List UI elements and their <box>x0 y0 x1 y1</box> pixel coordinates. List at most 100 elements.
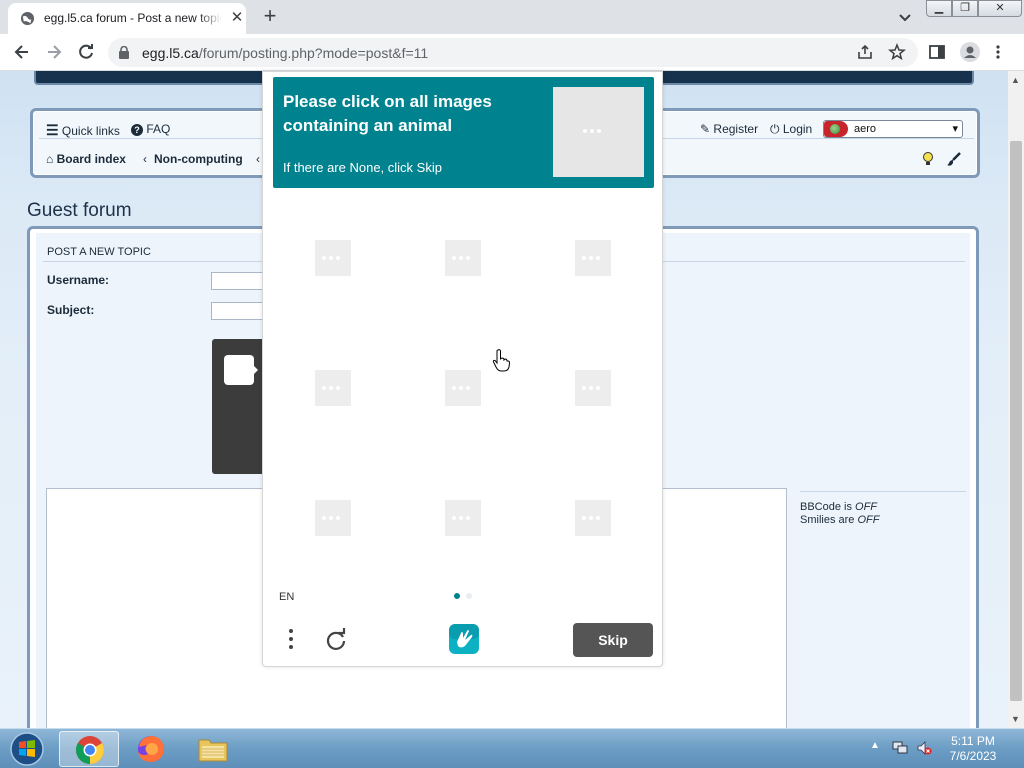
vertical-dots-icon[interactable] <box>288 627 294 651</box>
page-indicator-dot <box>466 593 472 599</box>
post-heading: POST A NEW TOPIC <box>47 246 151 258</box>
captcha-tile[interactable] <box>315 500 351 536</box>
volume-muted-icon[interactable] <box>916 740 932 756</box>
captcha-prompt: Please click on all images containing an… <box>283 92 492 135</box>
power-icon: ⏻ <box>770 122 780 136</box>
example-image <box>553 87 644 177</box>
brush-icon[interactable] <box>946 151 962 167</box>
side-panel-icon[interactable] <box>928 43 946 61</box>
captcha-tile[interactable] <box>445 370 481 406</box>
tab-title: egg.l5.ca forum - Post a new topic <box>44 11 222 25</box>
lightbulb-icon[interactable] <box>922 151 934 167</box>
firefox-icon <box>138 736 164 762</box>
chevron-down-icon: ▾ <box>952 123 958 135</box>
scroll-down-icon[interactable]: ▼ <box>1011 714 1020 724</box>
breadcrumb-non-computing[interactable]: Non-computing <box>154 152 243 166</box>
language-selector[interactable]: EN <box>279 591 294 603</box>
more-menu-icon[interactable] <box>994 43 1002 61</box>
taskbar-clock[interactable]: 5:11 PM 7/6/2023 <box>936 734 1010 764</box>
question-circle-icon: ? <box>131 124 143 136</box>
browser-toolbar: egg.l5.ca/forum/posting.php?mode=post&f=… <box>0 34 1024 71</box>
profile-avatar-icon[interactable] <box>960 42 980 62</box>
captcha-tile[interactable] <box>575 500 611 536</box>
edit-icon: ✎ <box>700 122 711 136</box>
start-orb-icon[interactable] <box>8 731 46 767</box>
loading-dots-icon <box>583 129 601 133</box>
hcaptcha-logo-icon <box>449 624 479 654</box>
captcha-header: Please click on all images containing an… <box>273 77 654 188</box>
network-icon[interactable] <box>892 740 908 756</box>
tab-strip: egg.l5.ca forum - Post a new topic ✕ + ▁… <box>0 0 1024 34</box>
bbcode-status: BBCode is OFF <box>800 501 878 513</box>
home-icon: ⌂ <box>46 152 54 166</box>
address-bar[interactable]: egg.l5.ca/forum/posting.php?mode=post&f=… <box>108 38 918 67</box>
captcha-tile[interactable] <box>315 370 351 406</box>
faq-link[interactable]: ? FAQ <box>131 122 170 136</box>
bookmark-star-icon[interactable] <box>888 43 906 61</box>
captcha-tile[interactable] <box>315 240 351 276</box>
refresh-icon[interactable] <box>324 627 348 651</box>
tab-active[interactable]: egg.l5.ca forum - Post a new topic ✕ <box>8 3 246 34</box>
new-tab-button[interactable]: + <box>260 5 280 27</box>
taskbar-explorer[interactable] <box>183 731 243 767</box>
globe-icon <box>20 11 35 26</box>
skip-button[interactable]: Skip <box>573 623 653 657</box>
breadcrumb-separator: ‹ <box>143 152 147 166</box>
lock-icon[interactable] <box>118 46 130 59</box>
window-controls: ▁ ❐ ✕ <box>926 0 1022 18</box>
scroll-up-icon[interactable]: ▲ <box>1011 75 1020 85</box>
loading-dots-icon <box>582 516 600 520</box>
username-label: Username: <box>47 273 110 287</box>
close-window-button[interactable]: ✕ <box>978 0 1022 17</box>
loading-dots-icon <box>452 516 470 520</box>
captcha-subprompt: If there are None, click Skip <box>283 160 442 175</box>
clock-date: 7/6/2023 <box>949 749 997 763</box>
hand-cursor-icon <box>492 349 510 372</box>
restore-button[interactable]: ❐ <box>952 0 978 17</box>
chevron-down-icon[interactable] <box>896 8 914 26</box>
taskbar-firefox[interactable] <box>121 731 181 767</box>
loading-dots-icon <box>322 516 340 520</box>
folder-icon <box>198 739 228 762</box>
captcha-tile[interactable] <box>575 240 611 276</box>
loading-dots-icon <box>452 256 470 260</box>
breadcrumb-separator-2: ‹ <box>256 152 260 166</box>
style-badge-icon <box>824 121 848 137</box>
register-link[interactable]: ✎ Register <box>700 122 758 136</box>
minimize-button[interactable]: ▁ <box>926 0 952 17</box>
page-scrollbar[interactable]: ▲ ▼ <box>1008 71 1024 728</box>
loading-dots-icon <box>322 386 340 390</box>
url-text: egg.l5.ca/forum/posting.php?mode=post&f=… <box>142 45 429 61</box>
captcha-tile[interactable] <box>445 240 481 276</box>
chrome-icon <box>76 736 104 764</box>
taskbar-chrome[interactable] <box>59 731 119 767</box>
quick-links-link[interactable]: ☰ Quick links <box>46 122 120 139</box>
hamburger-icon: ☰ <box>46 122 59 138</box>
page-indicator-dot <box>454 593 460 599</box>
board-index-link[interactable]: ⌂ Board index <box>46 152 126 166</box>
page-title: Guest forum <box>27 200 132 221</box>
scroll-thumb[interactable] <box>1010 141 1022 701</box>
back-arrow-icon[interactable] <box>12 42 32 62</box>
style-select[interactable]: aero ▾ <box>823 120 963 138</box>
side-divider <box>800 491 966 492</box>
loading-dots-icon <box>452 386 470 390</box>
clock-time: 5:11 PM <box>951 734 995 748</box>
captcha-tile[interactable] <box>445 500 481 536</box>
checkbox-icon <box>224 355 258 385</box>
forward-arrow-icon[interactable] <box>44 42 64 62</box>
reload-icon[interactable] <box>76 42 96 62</box>
loading-dots-icon <box>322 256 340 260</box>
captcha-pager <box>454 593 472 599</box>
loading-dots-icon <box>582 256 600 260</box>
smilies-status: Smilies are OFF <box>800 514 880 526</box>
share-icon[interactable] <box>856 43 874 61</box>
tray-expand-icon[interactable]: ▲ <box>870 740 880 751</box>
login-link[interactable]: ⏻ Login <box>770 122 812 137</box>
captcha-tile[interactable] <box>575 370 611 406</box>
captcha-challenge: Please click on all images containing an… <box>262 71 663 667</box>
tab-close-icon[interactable]: ✕ <box>230 10 244 25</box>
loading-dots-icon <box>582 386 600 390</box>
windows-taskbar: ▲ 5:11 PM 7/6/2023 <box>0 728 1024 768</box>
subject-label: Subject: <box>47 303 95 317</box>
